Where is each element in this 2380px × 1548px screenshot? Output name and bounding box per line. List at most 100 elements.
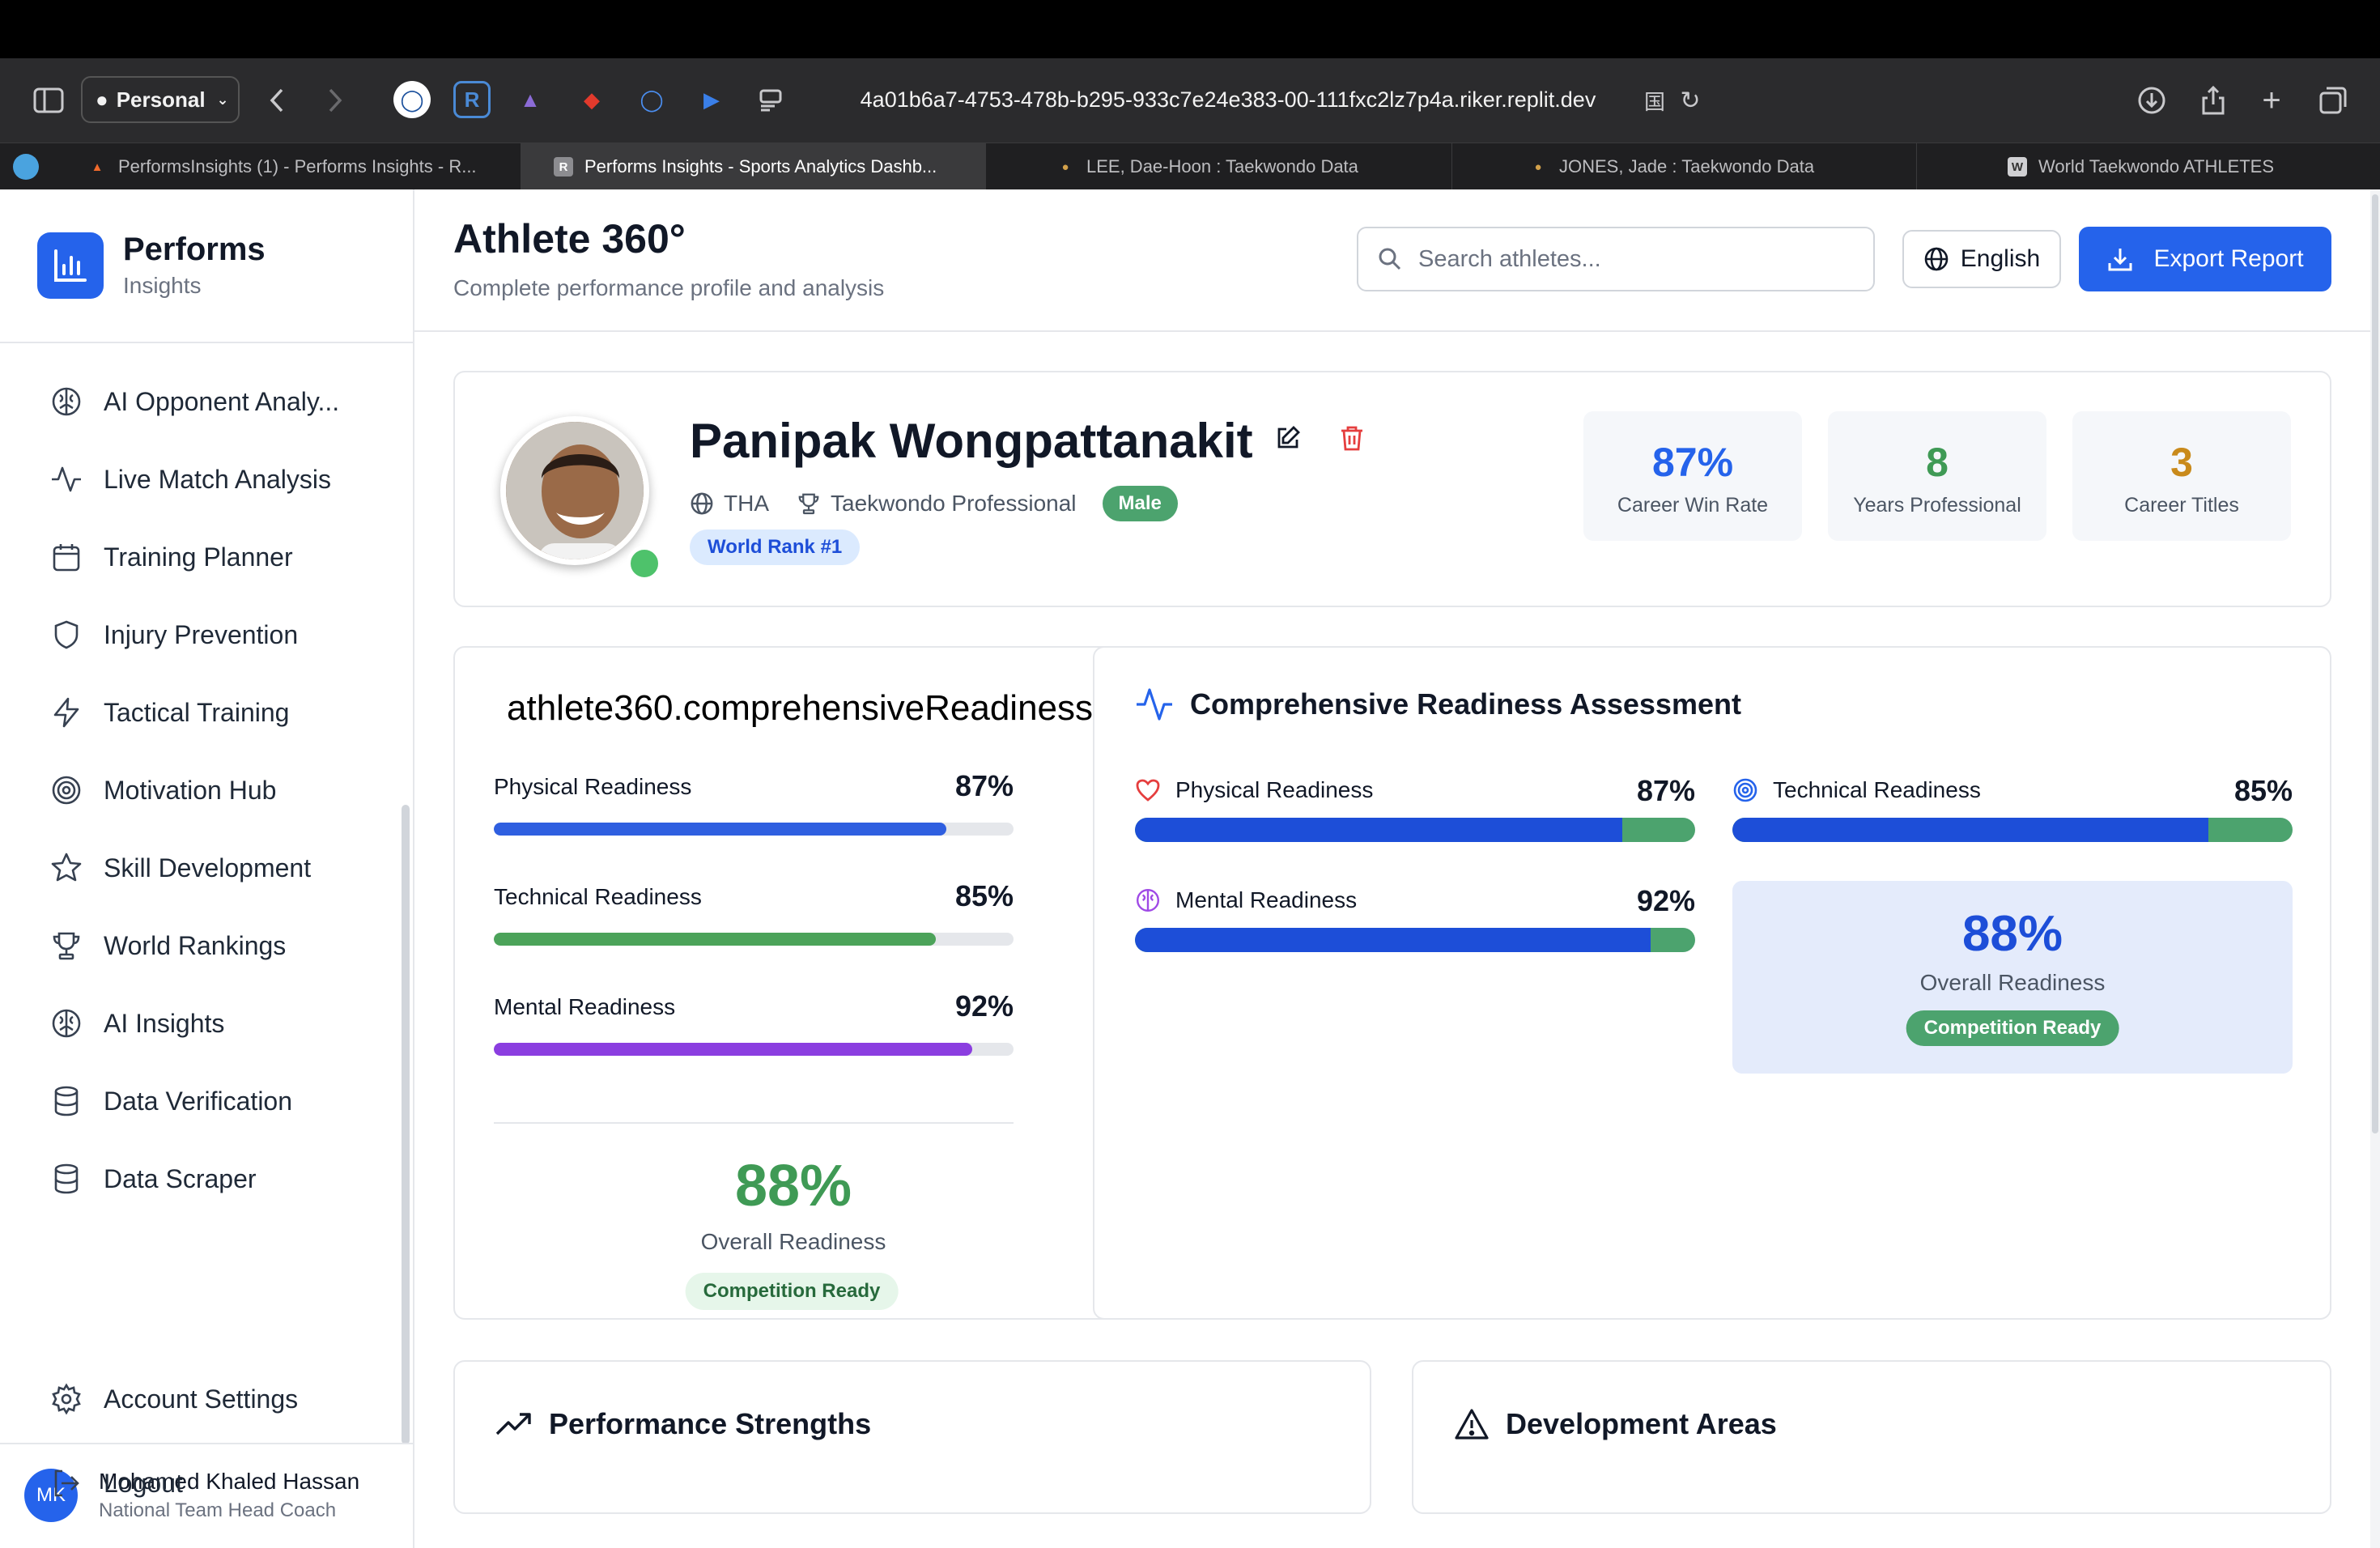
- tab-0[interactable]: ▲ PerformsInsights (1) - Performs Insigh…: [55, 143, 521, 190]
- globe-icon: [691, 492, 713, 515]
- tab-1[interactable]: R Performs Insights - Sports Analytics D…: [521, 143, 986, 190]
- language-button[interactable]: English: [1902, 230, 2061, 288]
- tab-4[interactable]: W World Taekwondo ATHLETES: [1917, 143, 2380, 190]
- account-settings-link[interactable]: Account Settings: [50, 1375, 298, 1423]
- progress-track: [494, 933, 1014, 946]
- brain-icon: [52, 387, 81, 416]
- calendar-icon: [53, 544, 80, 572]
- tab-2[interactable]: ● LEE, Dae-Hoon : Taekwondo Data: [986, 143, 1452, 190]
- sidebar-item-label: Skill Development: [104, 853, 312, 882]
- divider: [494, 1122, 1014, 1124]
- overall-readiness-value: 88%: [734, 1154, 852, 1218]
- tab-label: World Taekwondo ATHLETES: [2038, 156, 2275, 176]
- development-areas-card: Development Areas: [1412, 1360, 2331, 1514]
- logout-link[interactable]: Logout: [50, 1459, 183, 1508]
- tab-label: JONES, Jade : Taekwondo Data: [1559, 156, 1815, 176]
- page-scrollbar-thumb[interactable]: [2372, 194, 2378, 1133]
- reload-icon[interactable]: ↻: [1672, 83, 1708, 118]
- shield-extension-icon[interactable]: ◯: [633, 81, 670, 118]
- taekwondo-favicon-icon: ●: [1534, 159, 1542, 174]
- heart-icon: [1136, 779, 1160, 802]
- sidebar-item-live-match-analysis[interactable]: Live Match Analysis: [50, 455, 331, 504]
- purple-extension-icon[interactable]: ▲: [512, 81, 549, 118]
- sidebar-item-ai-opponent-analysis[interactable]: AI Opponent Analy...: [50, 377, 339, 426]
- item-value: 85%: [2233, 774, 2293, 807]
- sidebar-item-label: Live Match Analysis: [104, 464, 332, 494]
- language-label: English: [1960, 245, 2041, 272]
- item-label: Technical Readiness: [1732, 777, 1981, 803]
- sidebar-scrollbar[interactable]: [402, 805, 410, 1444]
- bar-chart-icon: [37, 232, 104, 299]
- export-report-button[interactable]: Export Report: [2079, 227, 2331, 291]
- profile-label: Personal: [116, 87, 206, 112]
- progress-track: [1135, 818, 1695, 842]
- sidebar-item-skill-development[interactable]: Skill Development: [50, 844, 311, 892]
- r-extension-icon[interactable]: R: [453, 81, 491, 118]
- brand[interactable]: Performs Insights: [37, 232, 266, 299]
- sidebar-item-data-scraper[interactable]: Data Scraper: [50, 1155, 257, 1203]
- page-subtitle: Complete performance profile and analysi…: [453, 275, 885, 300]
- search-box[interactable]: [1357, 227, 1875, 291]
- database-icon: [54, 1086, 79, 1116]
- stat-label: Years Professional: [1853, 494, 2021, 517]
- edit-icon[interactable]: [1274, 424, 1302, 456]
- share-icon[interactable]: [2195, 83, 2231, 118]
- sidebar-item-label: Injury Prevention: [104, 619, 299, 649]
- progress-fill: [494, 1043, 972, 1056]
- sidebar-item-data-verification[interactable]: Data Verification: [50, 1077, 292, 1125]
- sidebar-item-tactical-training[interactable]: Tactical Training: [50, 688, 289, 737]
- translate-icon[interactable]: 国: [1637, 83, 1672, 118]
- sidebar-item-motivation-hub[interactable]: Motivation Hub: [50, 766, 276, 814]
- url-text: 4a01b6a7-4753-478b-b295-933c7e24e383-00-…: [860, 87, 1596, 112]
- new-tab-icon[interactable]: +: [2254, 83, 2289, 118]
- back-icon[interactable]: [259, 83, 295, 118]
- forward-icon[interactable]: [317, 83, 353, 118]
- stat-label: Career Win Rate: [1617, 494, 1769, 517]
- progress-fill: [1135, 818, 1623, 842]
- progress-track: [494, 1043, 1014, 1056]
- tab-overview-icon[interactable]: [2315, 83, 2351, 118]
- download-icon: [2108, 249, 2132, 271]
- play-extension-icon[interactable]: ▶: [693, 81, 730, 118]
- item-value: 87%: [1636, 774, 1695, 807]
- search-input[interactable]: [1418, 245, 1855, 273]
- sidebar-item-ai-insights[interactable]: AI Insights: [50, 999, 224, 1048]
- card-title: Comprehensive Readiness Assessment: [1135, 687, 1741, 722]
- tab-3[interactable]: ● JONES, Jade : Taekwondo Data: [1452, 143, 1917, 190]
- address-bar[interactable]: 4a01b6a7-4753-478b-b295-933c7e24e383-00-…: [745, 73, 1711, 126]
- athlete-photo: [500, 416, 649, 565]
- sidebar-nav: AI Opponent Analy... Live Match Analysis…: [0, 343, 403, 1444]
- card-title: Development Areas: [1454, 1407, 1777, 1441]
- w-favicon-icon: W: [2008, 157, 2027, 176]
- status-badge: Competition Ready: [685, 1273, 899, 1310]
- replit-icon: ▲: [91, 159, 104, 174]
- status-badge: Competition Ready: [1906, 1010, 2119, 1046]
- sidebar-item-training-planner[interactable]: Training Planner: [50, 533, 293, 581]
- sidebar-item-label: Data Verification: [104, 1086, 293, 1116]
- stat-career-titles: 3 Career Titles: [2072, 411, 2291, 541]
- overall-readiness-label: Overall Readiness: [1919, 970, 2106, 995]
- main-content: Athlete 360° Complete performance profil…: [414, 189, 2370, 1548]
- bar-label: Technical Readiness: [494, 884, 702, 909]
- delete-icon[interactable]: [1339, 424, 1365, 456]
- home-tab-icon[interactable]: [13, 154, 39, 180]
- sidebar-item-injury-prevention[interactable]: Injury Prevention: [50, 610, 298, 659]
- r-favicon-icon: R: [554, 157, 573, 176]
- card-title-text: Comprehensive Readiness Assessment: [1190, 687, 1741, 721]
- search-icon: [1379, 248, 1401, 270]
- athlete-country: THA: [724, 491, 769, 516]
- profile-button[interactable]: ● Personal ⌄: [81, 76, 240, 123]
- tab-label: LEE, Dae-Hoon : Taekwondo Data: [1086, 156, 1358, 176]
- page-title: Athlete 360°: [453, 216, 686, 262]
- downloads-icon[interactable]: [2134, 83, 2170, 118]
- item-label: Mental Readiness: [1135, 887, 1357, 913]
- readiness-summary-card: athlete360.comprehensiveReadiness Physic…: [453, 646, 1130, 1320]
- password-extension-icon[interactable]: ◯: [393, 81, 431, 118]
- logout-icon: [54, 1469, 79, 1497]
- system-menu-bar: [0, 0, 2380, 58]
- athlete-meta: THA Taekwondo Professional Male: [690, 486, 1178, 521]
- sidebar-item-world-rankings[interactable]: World Rankings: [50, 921, 286, 970]
- card-title-text: Development Areas: [1506, 1407, 1777, 1440]
- red-extension-icon[interactable]: ◆: [573, 81, 610, 118]
- sidebar-toggle-icon[interactable]: [31, 83, 66, 118]
